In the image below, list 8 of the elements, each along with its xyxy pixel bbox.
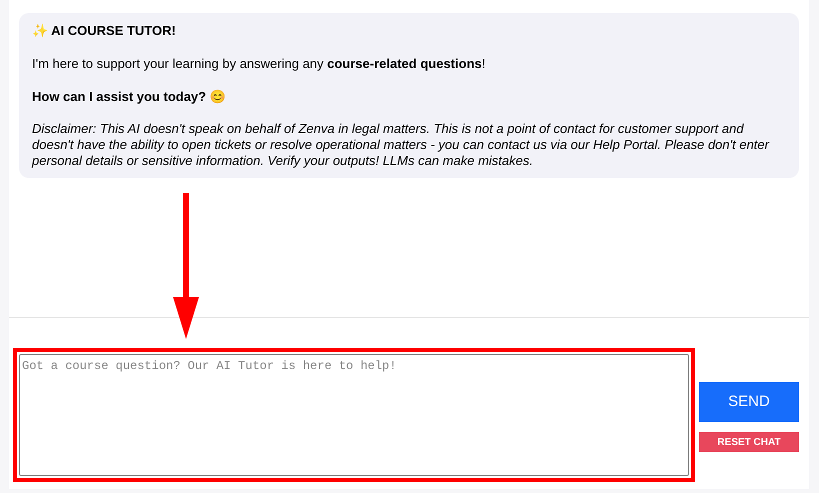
question-text: How can I assist you today? 😊 (32, 89, 227, 105)
disclaimer-text: Disclaimer: This AI doesn't speak on behalf of Zenva in legal matters. This is not a point of contact for customer support and doesn't have the ability to open tickets or resolve operational matters - you can contact us via our Help Portal. Please don't enter personal details or sensitive information. Verify your outputs! LLMs can make mistakes. (32, 121, 770, 169)
reset-chat-button[interactable]: RESET CHAT (699, 432, 799, 452)
intro-text: I'm here to support your learning by answering any course-related questions! (32, 56, 486, 72)
card-title: ✨ AI COURSE TUTOR! (32, 23, 177, 39)
send-button[interactable]: SEND (699, 382, 799, 422)
arrow-icon (171, 193, 201, 339)
message-field[interactable]: Got a course question? Our AI Tutor is here to help! (19, 354, 689, 476)
